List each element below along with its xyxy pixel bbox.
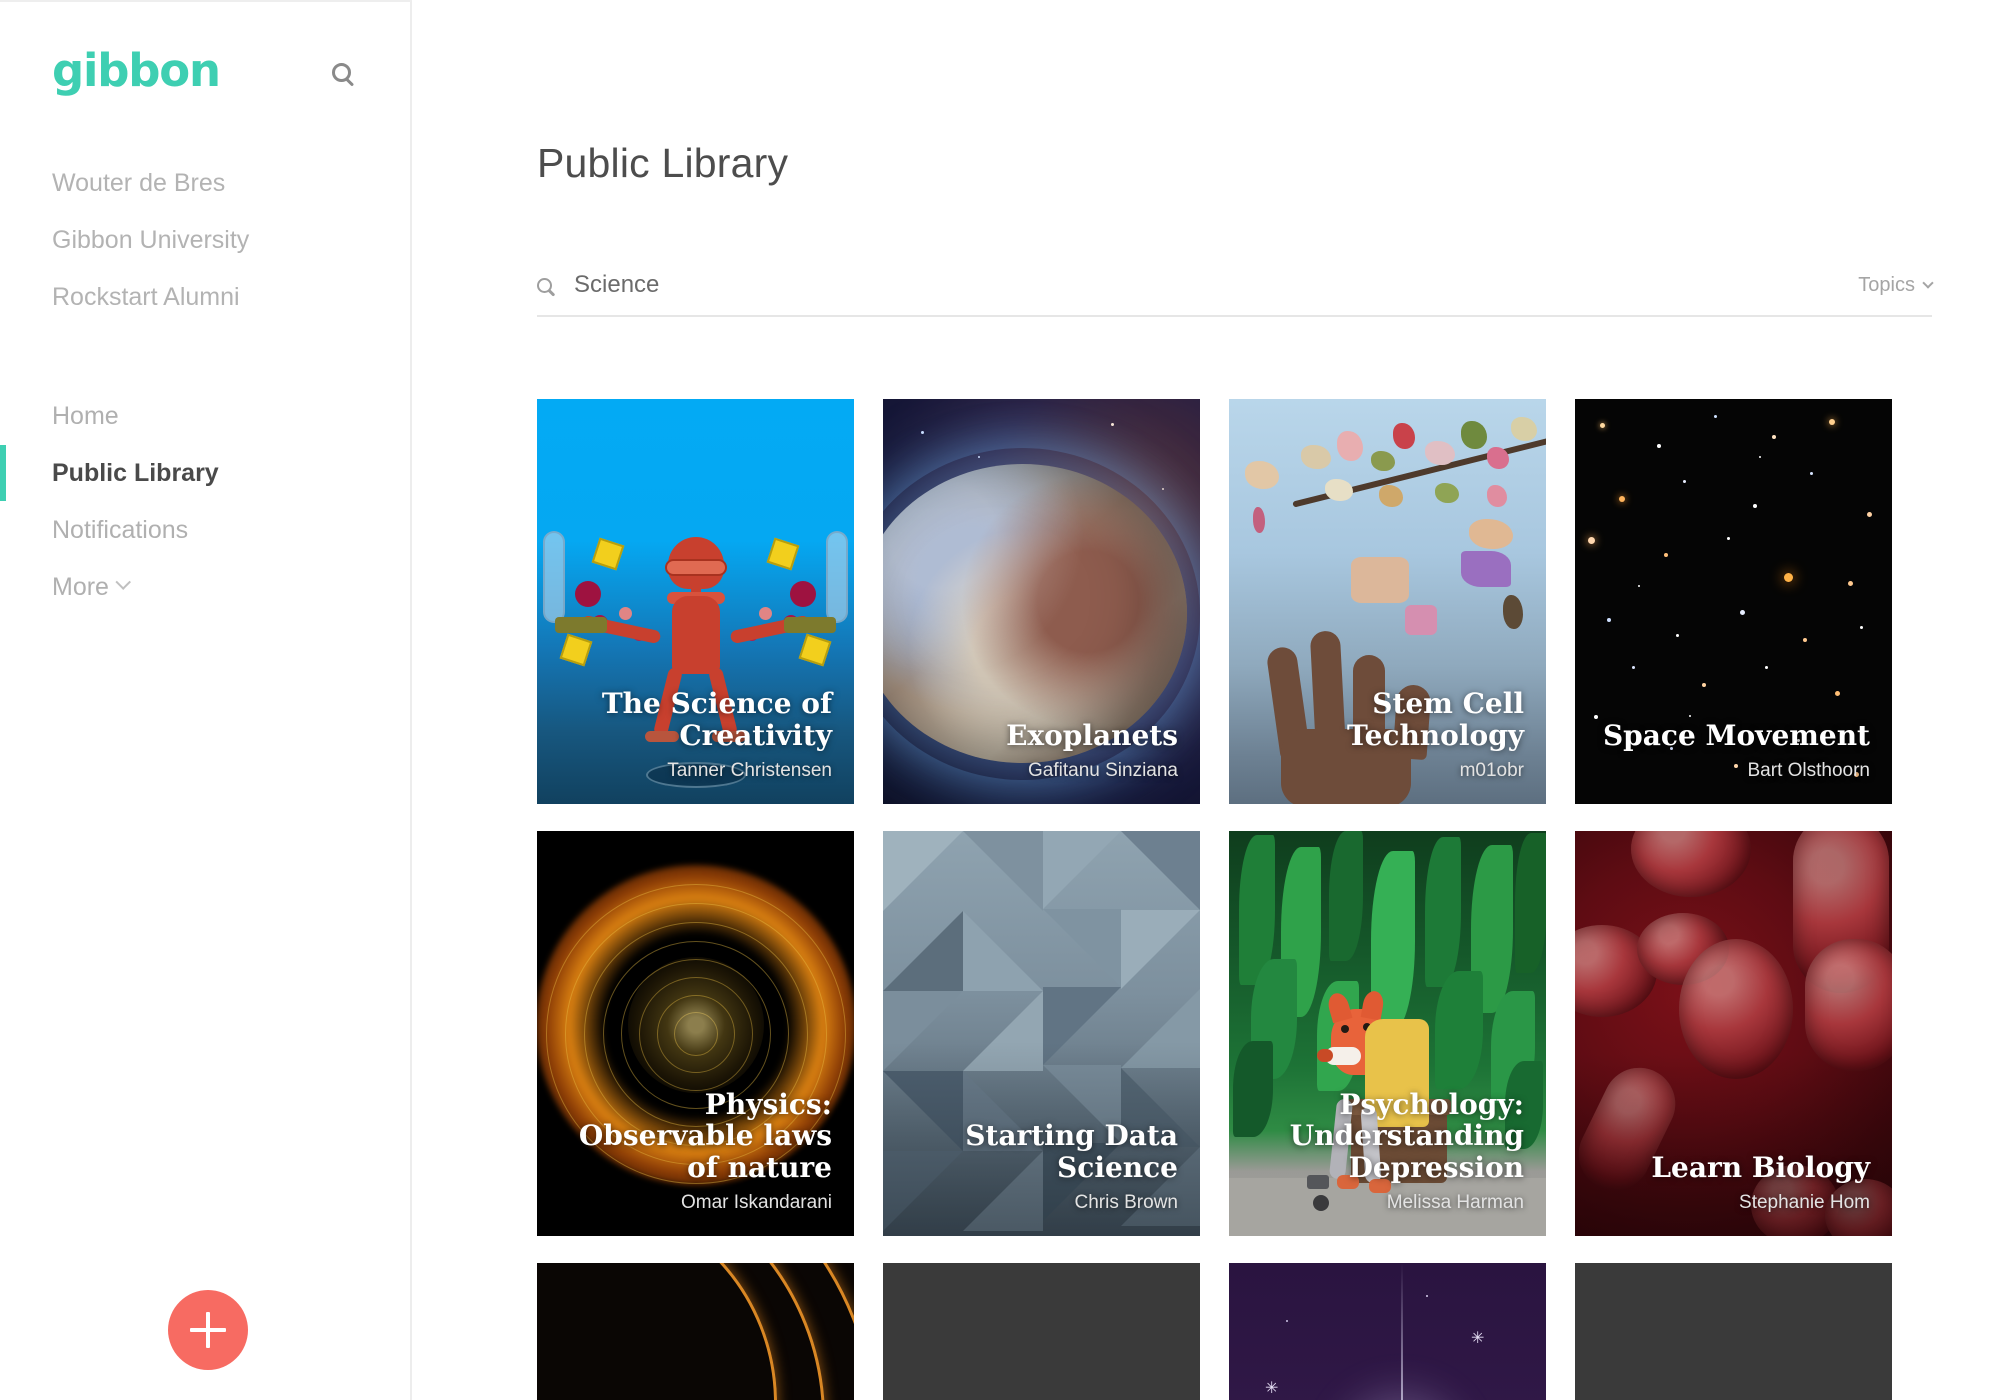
library-card[interactable]: ✳ ✳ bbox=[1229, 1263, 1546, 1400]
library-card[interactable]: Space Movement Bart Olsthoorn bbox=[1575, 399, 1892, 804]
search-bar: Topics bbox=[537, 255, 1934, 317]
card-title: The Science of Creativity bbox=[601, 687, 832, 752]
sidebar-item-rockstart-alumni[interactable]: Rockstart Alumni bbox=[0, 269, 410, 326]
active-indicator bbox=[0, 445, 6, 501]
brand-logo[interactable]: gibbon bbox=[52, 48, 221, 93]
card-caption: Stem Cell Technology m01obr bbox=[1251, 688, 1524, 782]
sidebar: gibbon Wouter de Bres Gibbon University … bbox=[0, 0, 412, 1400]
plus-icon-vertical bbox=[206, 1312, 210, 1348]
sidebar-item-public-library[interactable]: Public Library bbox=[0, 445, 410, 502]
library-card[interactable]: Stem Cell Technology m01obr bbox=[1229, 399, 1546, 804]
topics-dropdown[interactable]: Topics bbox=[1858, 273, 1934, 297]
search-icon bbox=[331, 63, 351, 82]
library-card-grid: The Science of Creativity Tanner Christe… bbox=[412, 399, 2000, 1400]
card-caption: Starting Data Science Chris Brown bbox=[905, 1120, 1178, 1214]
card-title: Exoplanets bbox=[1006, 718, 1178, 752]
card-title: Space Movement bbox=[1602, 718, 1870, 752]
sidebar-item-more[interactable]: More bbox=[0, 559, 410, 616]
search-input[interactable] bbox=[574, 265, 1859, 305]
card-author: Melissa Harman bbox=[1386, 1192, 1524, 1213]
card-artwork-placeholder bbox=[883, 1263, 1200, 1400]
sidebar-accounts: Wouter de Bres Gibbon University Rocksta… bbox=[0, 155, 410, 326]
app-root: gibbon Wouter de Bres Gibbon University … bbox=[0, 0, 2000, 1400]
add-button[interactable] bbox=[168, 1290, 248, 1370]
card-author: Gafitanu Sinziana bbox=[1028, 760, 1178, 781]
library-card[interactable]: Exoplanets Gafitanu Sinziana bbox=[883, 399, 1200, 804]
card-title: Physics: Observable laws of nature bbox=[578, 1087, 832, 1184]
search-icon bbox=[537, 277, 552, 293]
card-caption: Psychology: Understanding Depression Mel… bbox=[1251, 1089, 1524, 1214]
card-caption: Exoplanets Gafitanu Sinziana bbox=[905, 718, 1178, 782]
card-author: Stephanie Hom bbox=[1739, 1192, 1870, 1213]
card-caption: Physics: Observable laws of nature Omar … bbox=[559, 1089, 832, 1214]
topics-label: Topics bbox=[1858, 273, 1915, 296]
card-artwork-placeholder bbox=[1575, 1263, 1892, 1400]
sidebar-item-wouter-de-bres[interactable]: Wouter de Bres bbox=[0, 155, 410, 212]
card-caption: Learn Biology Stephanie Hom bbox=[1597, 1150, 1870, 1214]
library-card[interactable] bbox=[883, 1263, 1200, 1400]
card-artwork-moon: ✳ ✳ bbox=[1229, 1263, 1546, 1400]
sidebar-item-home[interactable]: Home bbox=[0, 388, 410, 445]
sidebar-item-more-label: More bbox=[52, 573, 109, 601]
card-title: Psychology: Understanding Depression bbox=[1289, 1087, 1524, 1184]
sidebar-nav: Home Public Library Notifications More bbox=[0, 388, 410, 616]
card-author: Omar Iskandarani bbox=[680, 1192, 832, 1213]
card-title: Learn Biology bbox=[1651, 1150, 1870, 1184]
library-card[interactable]: Psychology: Understanding Depression Mel… bbox=[1229, 831, 1546, 1236]
card-author: m01obr bbox=[1459, 760, 1524, 781]
chevron-down-icon bbox=[115, 574, 131, 590]
main-content: Public Library Topics bbox=[412, 0, 2000, 1400]
chevron-down-icon bbox=[1922, 277, 1934, 289]
sidebar-search-button[interactable] bbox=[324, 56, 358, 90]
library-card[interactable] bbox=[537, 1263, 854, 1400]
library-card[interactable]: Learn Biology Stephanie Hom bbox=[1575, 831, 1892, 1236]
card-author: Tanner Christensen bbox=[667, 760, 832, 781]
library-card[interactable]: Physics: Observable laws of nature Omar … bbox=[537, 831, 854, 1236]
card-author: Bart Olsthoorn bbox=[1747, 760, 1871, 781]
card-caption: The Science of Creativity Tanner Christe… bbox=[559, 688, 832, 782]
card-title: Stem Cell Technology bbox=[1346, 687, 1524, 752]
library-card[interactable] bbox=[1575, 1263, 1892, 1400]
sidebar-item-notifications[interactable]: Notifications bbox=[0, 502, 410, 559]
card-artwork-rings bbox=[537, 1263, 854, 1400]
card-caption: Space Movement Bart Olsthoorn bbox=[1597, 718, 1871, 782]
card-title: Starting Data Science bbox=[965, 1119, 1178, 1184]
card-author: Chris Brown bbox=[1074, 1192, 1178, 1213]
library-card[interactable]: Starting Data Science Chris Brown bbox=[883, 831, 1200, 1236]
library-card[interactable]: The Science of Creativity Tanner Christe… bbox=[537, 399, 854, 804]
sidebar-item-gibbon-university[interactable]: Gibbon University bbox=[0, 212, 410, 269]
page-title: Public Library bbox=[537, 140, 789, 186]
sidebar-header: gibbon bbox=[0, 2, 410, 93]
